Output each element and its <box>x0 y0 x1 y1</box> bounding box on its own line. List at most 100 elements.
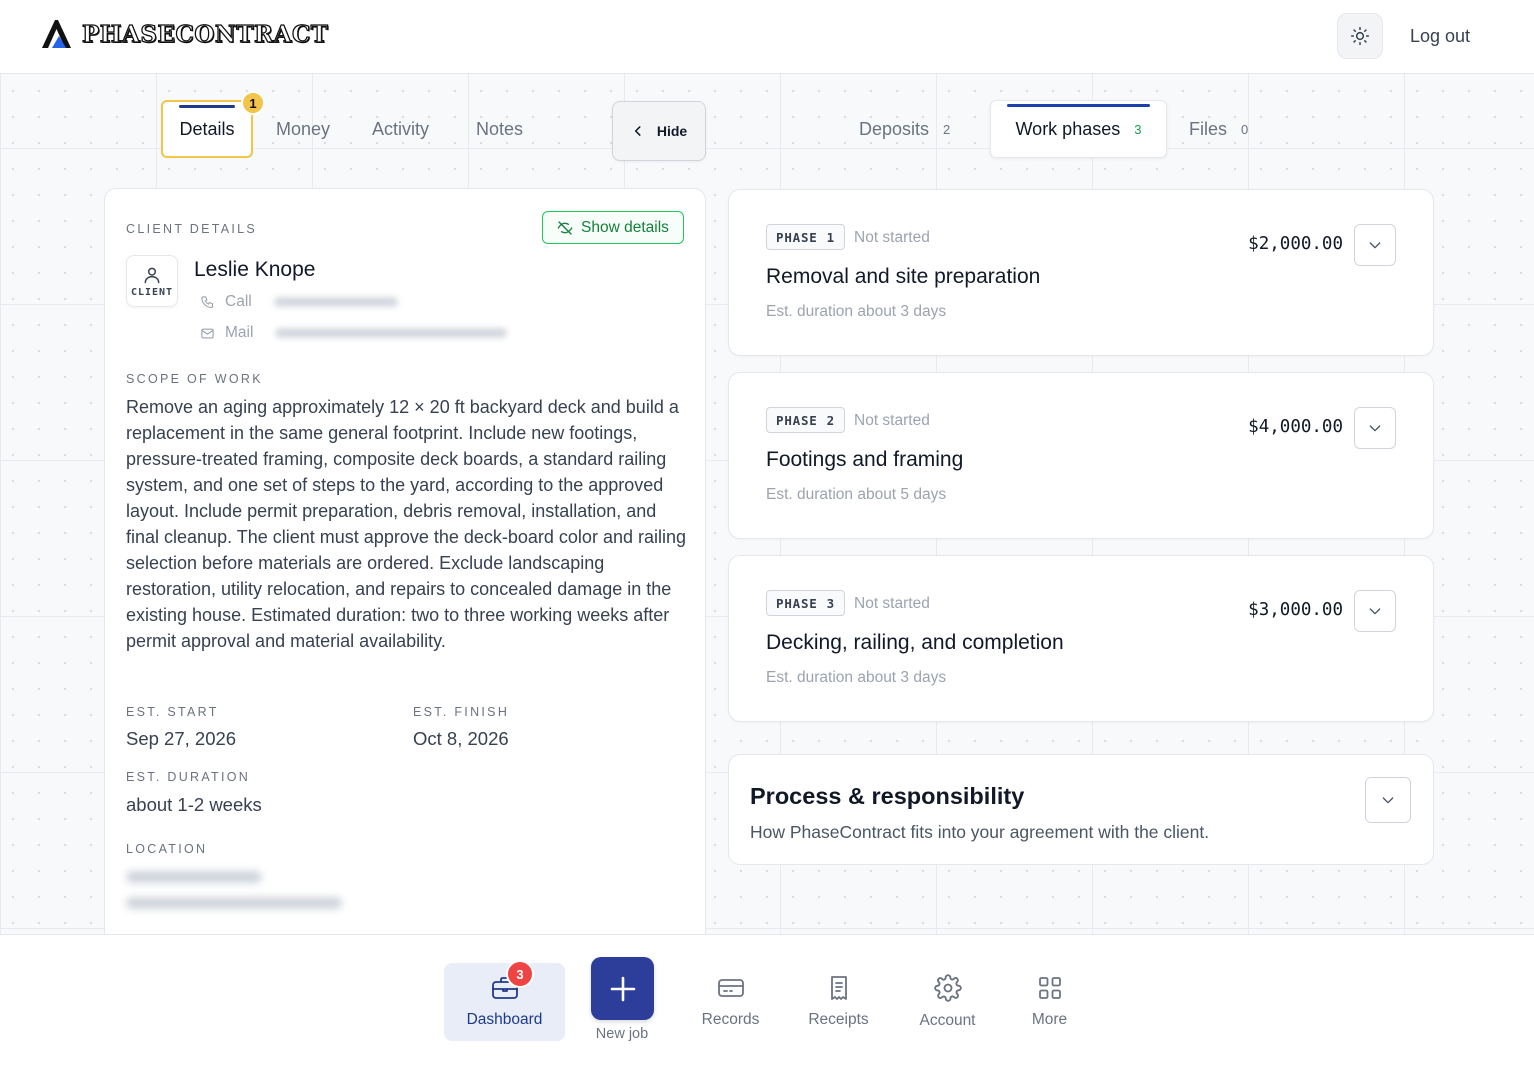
process-title: Process & responsibility <box>750 783 1025 809</box>
phase-duration: Est. duration about 3 days <box>766 303 947 320</box>
expand-phase-button[interactable] <box>1354 407 1396 449</box>
tab-deposits-label: Deposits <box>859 118 930 139</box>
phase-number: 1 <box>826 229 835 245</box>
tab-notes-label: Notes <box>476 118 524 139</box>
client-avatar: CLIENT <box>126 255 178 307</box>
logout-link[interactable]: Log out <box>1410 26 1470 47</box>
files-count: 0 <box>1241 121 1249 137</box>
phase-card[interactable]: PHASE 3 Not started Decking, railing, an… <box>728 555 1434 722</box>
grid-icon <box>1038 977 1061 999</box>
location-line-1-redacted <box>126 871 262 883</box>
phase-card[interactable]: PHASE 1 Not started Removal and site pre… <box>728 189 1434 356</box>
phase-tag: PHASE 1 <box>766 224 845 250</box>
tab-activity-label: Activity <box>372 118 430 139</box>
show-details-button[interactable]: Show details <box>542 211 684 244</box>
client-details-label: CLIENT DETAILS <box>126 222 258 236</box>
phase-status: Not started <box>854 229 930 246</box>
expand-phase-button[interactable] <box>1354 590 1396 632</box>
tab-work-phases[interactable]: Work phases 3 <box>990 100 1167 158</box>
nav-dashboard-label: Dashboard <box>466 1011 543 1028</box>
tab-money-label: Money <box>276 118 331 139</box>
process-card[interactable]: Process & responsibility How PhaseContra… <box>728 754 1434 865</box>
nav-receipts[interactable]: Receipts <box>778 963 899 1041</box>
email-value-redacted <box>275 328 508 338</box>
phase-tag-label: PHASE <box>776 229 818 245</box>
est-finish-value: Oct 8, 2026 <box>413 728 509 749</box>
tab-files[interactable]: Files 0 <box>1189 100 1248 158</box>
expand-phase-button[interactable] <box>1354 224 1396 266</box>
mail-row[interactable]: Mail <box>200 324 508 342</box>
nav-more-label: More <box>1031 1011 1068 1028</box>
logo[interactable]: PHASECONTRACT <box>40 18 329 50</box>
hide-label: Hide <box>656 123 688 139</box>
phase-price: $4,000.00 <box>1248 417 1343 437</box>
chevron-down-icon <box>1382 797 1394 804</box>
phase-number: 2 <box>826 412 835 428</box>
logo-text: PHASECONTRACT <box>81 20 329 48</box>
phase-tag: PHASE 3 <box>766 590 845 616</box>
plus-icon <box>610 976 635 1001</box>
chevron-down-icon <box>1369 425 1381 432</box>
job-details-card: CLIENT DETAILS Show details CLIENT Lesli… <box>104 188 706 948</box>
tab-notes[interactable]: Notes <box>476 100 523 158</box>
user-icon <box>144 267 160 283</box>
phase-status: Not started <box>854 595 930 612</box>
scope-label: SCOPE OF WORK <box>126 372 263 386</box>
tab-details-label: Details <box>179 118 235 139</box>
new-job-button[interactable] <box>591 957 654 1020</box>
app-header: PHASECONTRACT Log out <box>0 0 1534 74</box>
phase-tag-label: PHASE <box>776 412 818 428</box>
nav-records-label: Records <box>701 1011 760 1028</box>
bottom-nav: Dashboard 3 New job Records Receipts Acc… <box>0 934 1534 1066</box>
phase-duration: Est. duration about 5 days <box>766 486 947 503</box>
tab-files-label: Files <box>1189 118 1228 139</box>
phase-tag: PHASE 2 <box>766 407 845 433</box>
card-icon <box>717 979 744 997</box>
scope-text: Remove an aging approximately 12 × 20 ft… <box>126 397 686 651</box>
chevron-left-icon <box>634 126 641 136</box>
call-label: Call <box>225 293 252 310</box>
tab-work-phases-label: Work phases <box>1015 118 1121 139</box>
theme-toggle-button[interactable] <box>1337 13 1383 59</box>
est-duration-label: EST. DURATION <box>126 770 251 784</box>
tab-details[interactable]: Details <box>161 100 253 158</box>
phone-value-redacted <box>273 297 398 307</box>
est-start-label: EST. START <box>126 705 219 719</box>
nav-more[interactable]: More <box>989 963 1110 1041</box>
mail-label: Mail <box>225 324 254 341</box>
details-badge: 1 <box>241 91 265 115</box>
tab-money[interactable]: Money <box>276 100 330 158</box>
chevron-down-icon <box>1369 242 1381 249</box>
phase-number: 3 <box>826 595 835 611</box>
nav-records[interactable]: Records <box>670 963 791 1041</box>
eye-off-icon <box>557 220 573 235</box>
est-start-value: Sep 27, 2026 <box>126 728 237 749</box>
tab-deposits[interactable]: Deposits 2 <box>859 100 950 158</box>
phase-duration: Est. duration about 3 days <box>766 669 947 686</box>
mail-icon <box>201 328 214 338</box>
phase-title: Footings and framing <box>766 448 964 471</box>
dashboard-badge: 3 <box>506 960 534 988</box>
phase-status: Not started <box>854 412 930 429</box>
phone-icon <box>201 295 214 308</box>
phase-title: Removal and site preparation <box>766 265 1041 288</box>
hide-panel-button[interactable]: Hide <box>612 101 706 161</box>
location-label: LOCATION <box>126 842 208 856</box>
phase-tag-label: PHASE <box>776 595 818 611</box>
sun-icon <box>1350 26 1370 46</box>
phase-title: Decking, railing, and completion <box>766 631 1064 654</box>
receipt-icon <box>830 976 847 1000</box>
nav-dashboard[interactable]: Dashboard 3 <box>444 960 565 1041</box>
work-phases-count: 3 <box>1134 121 1142 137</box>
chevron-down-icon <box>1369 608 1381 615</box>
expand-process-button[interactable] <box>1365 777 1411 823</box>
phase-price: $3,000.00 <box>1248 600 1343 620</box>
new-job-label: New job <box>595 1026 649 1042</box>
deposits-count: 2 <box>943 121 951 137</box>
phase-card[interactable]: PHASE 2 Not started Footings and framing… <box>728 372 1434 539</box>
process-subtitle: How PhaseContract fits into your agreeme… <box>750 822 1210 842</box>
tab-activity[interactable]: Activity <box>372 100 429 158</box>
gear-icon <box>933 974 962 1002</box>
client-name: Leslie Knope <box>194 258 316 281</box>
call-row[interactable]: Call <box>200 293 398 311</box>
